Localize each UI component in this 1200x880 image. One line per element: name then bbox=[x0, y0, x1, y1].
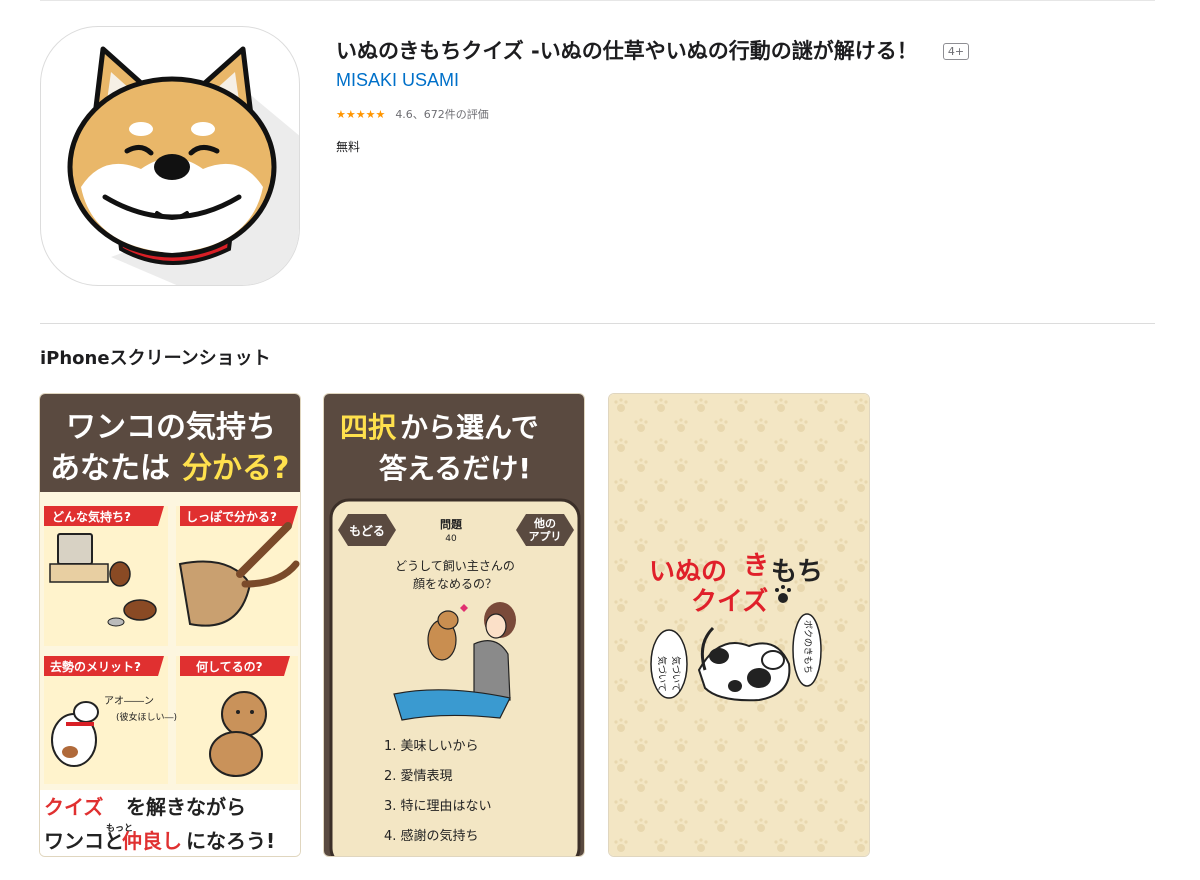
screenshots-heading: iPhoneスクリーンショット bbox=[40, 348, 271, 369]
screenshot-1[interactable]: ワンコの気持ち あなたは 分かる? どんな気持ち? しっぽで分かる? 去勢のメリ… bbox=[39, 393, 301, 857]
headline-line-2a: あなたは bbox=[50, 451, 170, 486]
howl-bubble-sub: (彼女ほしい―) bbox=[116, 711, 177, 723]
other-apps-label-2: アプリ bbox=[529, 529, 562, 543]
headline-line-1a: 四択 bbox=[340, 411, 397, 444]
question-text-1: どうして飼い主さんの bbox=[395, 558, 515, 573]
question-text-2: 顔をなめるの？ bbox=[413, 576, 497, 591]
footer-line-2a: ワンコと bbox=[44, 829, 124, 853]
footer-line-2c: になろう! bbox=[186, 829, 275, 853]
question-number: 40 bbox=[445, 534, 457, 544]
rating-row: ★★★★★ 4.6、672件の評価 bbox=[336, 106, 1156, 122]
headline-line-2b: 分かる? bbox=[182, 451, 289, 486]
howl-bubble: アオ――ン bbox=[104, 695, 154, 707]
question-label: 問題 bbox=[440, 518, 463, 531]
logo-line-2: クイズ bbox=[691, 586, 768, 617]
footer-line-1: を解きながら bbox=[126, 795, 246, 819]
back-button-label: もどる bbox=[349, 524, 385, 538]
bubble-left-2: 気づいて bbox=[670, 656, 682, 692]
rating-text: 4.6、672件の評価 bbox=[395, 108, 489, 121]
headline-line-2: 答えるだけ! bbox=[379, 452, 531, 485]
section-divider bbox=[40, 323, 1155, 324]
choice-2[interactable]: 2. 愛情表現 bbox=[384, 769, 453, 784]
tag-1: どんな気持ち? bbox=[52, 509, 131, 524]
logo-line-1c: もち bbox=[771, 557, 823, 587]
choice-1[interactable]: 1. 美味しいから bbox=[384, 739, 479, 754]
logo-line-1b: き bbox=[743, 551, 769, 581]
tag-3: 去勢のメリット? bbox=[50, 659, 141, 674]
screenshot-3[interactable]: いぬの き もち クイズ 気づいて 気づいて ボクのきもち bbox=[608, 393, 870, 857]
age-rating-badge: 4+ bbox=[942, 42, 970, 60]
footer-quiz-word: クイズ bbox=[44, 795, 103, 819]
logo-line-1a: いぬの bbox=[649, 557, 727, 587]
top-divider bbox=[40, 0, 1155, 1]
bubble-left-1: 気づいて bbox=[656, 656, 668, 692]
developer-link[interactable]: MISAKI USAMI bbox=[336, 68, 1156, 92]
choice-4[interactable]: 4. 感謝の気持ち bbox=[384, 828, 479, 844]
screenshot-2[interactable]: 四択 から選んで 答えるだけ! もどる 問題 40 他の アプリ どうして飼い主… bbox=[323, 393, 585, 857]
app-title: いぬのきもちクイズ -いぬの仕草やいぬの行動の謎が解ける！ bbox=[336, 39, 918, 63]
star-rating-icon: ★★★★★ bbox=[336, 107, 386, 121]
paw-pattern-background bbox=[609, 394, 869, 856]
app-icon bbox=[40, 26, 300, 286]
choice-3[interactable]: 3. 特に理由はない bbox=[384, 799, 492, 814]
tag-2: しっぽで分かる? bbox=[186, 509, 277, 524]
bubble-right: ボクのきもち bbox=[802, 620, 813, 674]
price-label: 無料 bbox=[336, 140, 361, 154]
other-apps-label-1: 他の bbox=[533, 516, 556, 530]
app-header: いぬのきもちクイズ -いぬの仕草やいぬの行動の謎が解ける！ 4+ MISAKI … bbox=[336, 36, 1156, 155]
headline-line-1: ワンコの気持ち bbox=[66, 410, 276, 445]
headline-line-1b: から選んで bbox=[400, 411, 539, 444]
tag-4: 何してるの? bbox=[196, 659, 263, 674]
footer-line-2b: 仲良し bbox=[122, 829, 182, 853]
shiba-dog-icon bbox=[67, 46, 299, 285]
